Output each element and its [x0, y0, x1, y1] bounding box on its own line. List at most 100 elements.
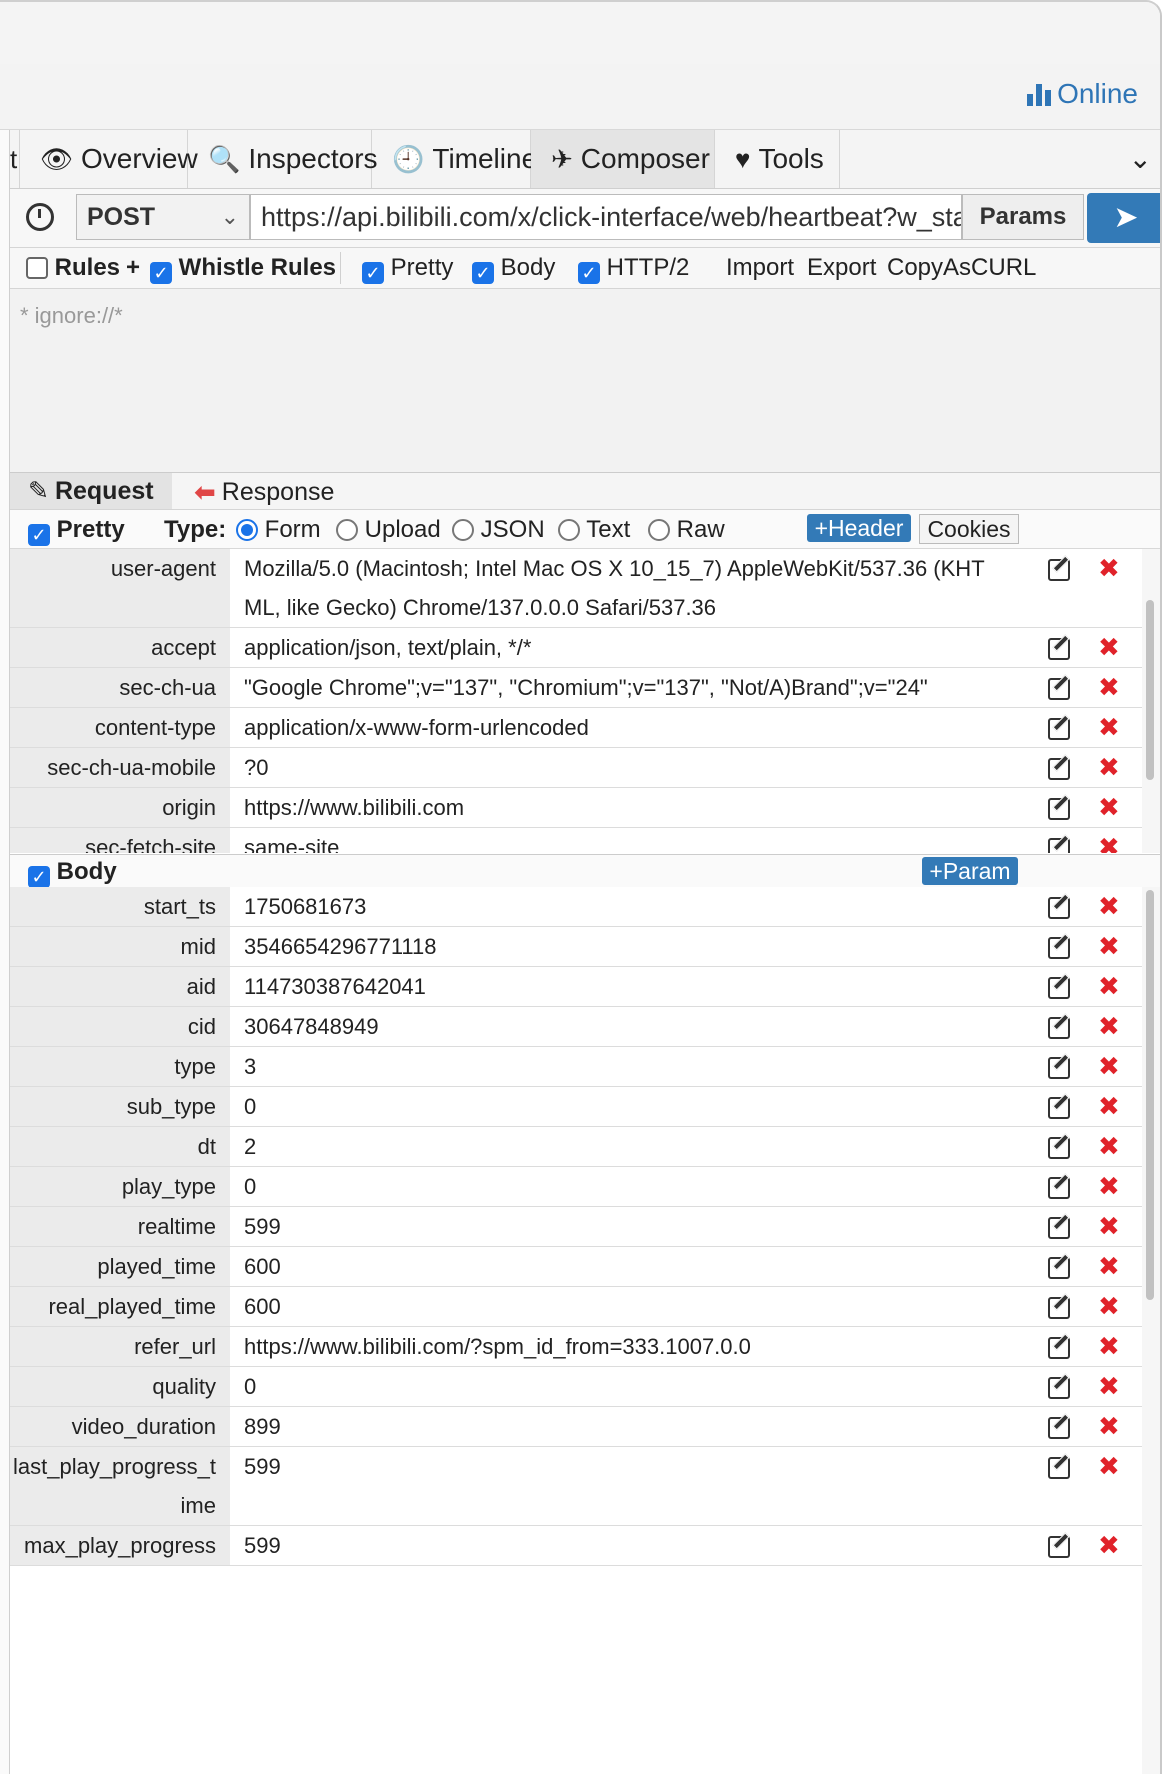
row-key[interactable]: cid [10, 1007, 230, 1046]
row-value[interactable]: same-site [230, 828, 1020, 853]
edit-icon[interactable] [1048, 1536, 1070, 1558]
row-key[interactable]: origin [10, 788, 230, 827]
edit-icon[interactable] [1048, 838, 1070, 853]
delete-icon[interactable]: ✖ [1098, 1087, 1120, 1126]
row-key[interactable]: dt [10, 1127, 230, 1166]
delete-icon[interactable]: ✖ [1098, 1127, 1120, 1166]
url-input[interactable]: https://api.bilibili.com/x/click-interfa… [250, 194, 962, 240]
delete-icon[interactable]: ✖ [1098, 1207, 1120, 1246]
headers-scrollbar[interactable] [1146, 600, 1154, 780]
params-button[interactable]: Params [962, 194, 1084, 240]
row-value[interactable]: 30647848949 [230, 1007, 1020, 1046]
row-value[interactable]: 600 [230, 1247, 1020, 1286]
row-value[interactable]: 1750681673 [230, 887, 1020, 926]
edit-icon[interactable] [1048, 1217, 1070, 1239]
type-text-radio[interactable]: Text [558, 516, 630, 544]
row-key[interactable]: quality [10, 1367, 230, 1406]
body-scrollbar[interactable] [1146, 890, 1154, 1300]
tab-response[interactable]: ⬅ Response [194, 477, 334, 508]
row-value[interactable]: 114730387642041 [230, 967, 1020, 1006]
row-value[interactable]: 2 [230, 1127, 1020, 1166]
row-value[interactable]: 0 [230, 1167, 1020, 1206]
body-checkbox[interactable]: ✓ Body [472, 254, 555, 284]
delete-icon[interactable]: ✖ [1098, 708, 1120, 747]
delete-icon[interactable]: ✖ [1098, 1327, 1120, 1366]
tab-composer[interactable]: ✈ Composer [531, 130, 715, 188]
tab-truncated[interactable]: t [10, 130, 20, 188]
tab-overview[interactable]: 👁 Overview [20, 130, 198, 188]
pretty-toggle[interactable]: ✓ Pretty [28, 516, 125, 546]
row-value[interactable]: Mozilla/5.0 (Macintosh; Intel Mac OS X 1… [230, 549, 1020, 627]
method-select[interactable]: POST ⌄ [76, 194, 250, 240]
edit-icon[interactable] [1048, 1057, 1070, 1079]
delete-icon[interactable]: ✖ [1098, 748, 1120, 787]
row-key[interactable]: max_play_progress [10, 1526, 230, 1565]
row-key[interactable]: refer_url [10, 1327, 230, 1366]
delete-icon[interactable]: ✖ [1098, 1287, 1120, 1326]
pretty-checkbox[interactable]: ✓ Pretty [362, 254, 453, 284]
row-key[interactable]: sub_type [10, 1087, 230, 1126]
delete-icon[interactable]: ✖ [1098, 1407, 1120, 1446]
row-key[interactable]: mid [10, 927, 230, 966]
edit-icon[interactable] [1048, 897, 1070, 919]
edit-icon[interactable] [1048, 1457, 1070, 1479]
row-key[interactable]: played_time [10, 1247, 230, 1286]
edit-icon[interactable] [1048, 977, 1070, 999]
edit-icon[interactable] [1048, 1417, 1070, 1439]
row-key[interactable]: sec-ch-ua [10, 668, 230, 707]
http2-checkbox[interactable]: ✓ HTTP/2 [578, 254, 689, 284]
edit-icon[interactable] [1048, 798, 1070, 820]
edit-icon[interactable] [1048, 638, 1070, 660]
edit-icon[interactable] [1048, 559, 1070, 581]
delete-icon[interactable]: ✖ [1098, 628, 1120, 667]
row-key[interactable]: realtime [10, 1207, 230, 1246]
row-key[interactable]: real_played_time [10, 1287, 230, 1326]
delete-icon[interactable]: ✖ [1098, 1526, 1120, 1565]
delete-icon[interactable]: ✖ [1098, 1167, 1120, 1206]
edit-icon[interactable] [1048, 1257, 1070, 1279]
delete-icon[interactable]: ✖ [1098, 967, 1120, 1006]
row-value[interactable]: application/json, text/plain, */* [230, 628, 1020, 667]
delete-icon[interactable]: ✖ [1098, 1447, 1120, 1486]
type-raw-radio[interactable]: Raw [648, 516, 725, 544]
row-value[interactable]: application/x-www-form-urlencoded [230, 708, 1020, 747]
row-key[interactable]: video_duration [10, 1407, 230, 1446]
edit-icon[interactable] [1048, 678, 1070, 700]
delete-icon[interactable]: ✖ [1098, 788, 1120, 827]
edit-icon[interactable] [1048, 718, 1070, 740]
row-value[interactable]: 599 [230, 1207, 1020, 1246]
delete-icon[interactable]: ✖ [1098, 549, 1120, 588]
cookies-button[interactable]: Cookies [919, 514, 1019, 544]
export-button[interactable]: Export [807, 254, 876, 282]
row-key[interactable]: sec-ch-ua-mobile [10, 748, 230, 787]
chevron-down-icon[interactable]: ⌄ [1129, 142, 1152, 175]
row-value[interactable]: 0 [230, 1367, 1020, 1406]
add-header-button[interactable]: +Header [807, 514, 911, 542]
tab-inspectors[interactable]: 🔍 Inspectors [188, 130, 378, 188]
edit-icon[interactable] [1048, 1297, 1070, 1319]
row-value[interactable]: 899 [230, 1407, 1020, 1446]
row-value[interactable]: "Google Chrome";v="137", "Chromium";v="1… [230, 668, 1020, 707]
delete-icon[interactable]: ✖ [1098, 668, 1120, 707]
delete-icon[interactable]: ✖ [1098, 1367, 1120, 1406]
row-value[interactable]: ?0 [230, 748, 1020, 787]
row-key[interactable]: last_play_progress_time [10, 1447, 230, 1525]
delete-icon[interactable]: ✖ [1098, 927, 1120, 966]
row-key[interactable]: content-type [10, 708, 230, 747]
row-key[interactable]: aid [10, 967, 230, 1006]
row-key[interactable]: start_ts [10, 887, 230, 926]
rules-editor[interactable]: * ignore://* [10, 289, 1160, 473]
tab-timeline[interactable]: 🕘 Timeline [372, 130, 537, 188]
row-value[interactable]: 599 [230, 1526, 1020, 1565]
edit-icon[interactable] [1048, 1177, 1070, 1199]
copy-as-curl-button[interactable]: CopyAsCURL [887, 254, 1036, 282]
row-key[interactable]: type [10, 1047, 230, 1086]
edit-icon[interactable] [1048, 1137, 1070, 1159]
import-button[interactable]: Import [726, 254, 794, 282]
row-value[interactable]: https://www.bilibili.com [230, 788, 1020, 827]
online-status[interactable]: Online [1027, 78, 1138, 110]
edit-icon[interactable] [1048, 1337, 1070, 1359]
type-form-radio[interactable]: Form [236, 516, 321, 544]
row-key[interactable]: play_type [10, 1167, 230, 1206]
history-clock-icon[interactable] [26, 203, 54, 231]
